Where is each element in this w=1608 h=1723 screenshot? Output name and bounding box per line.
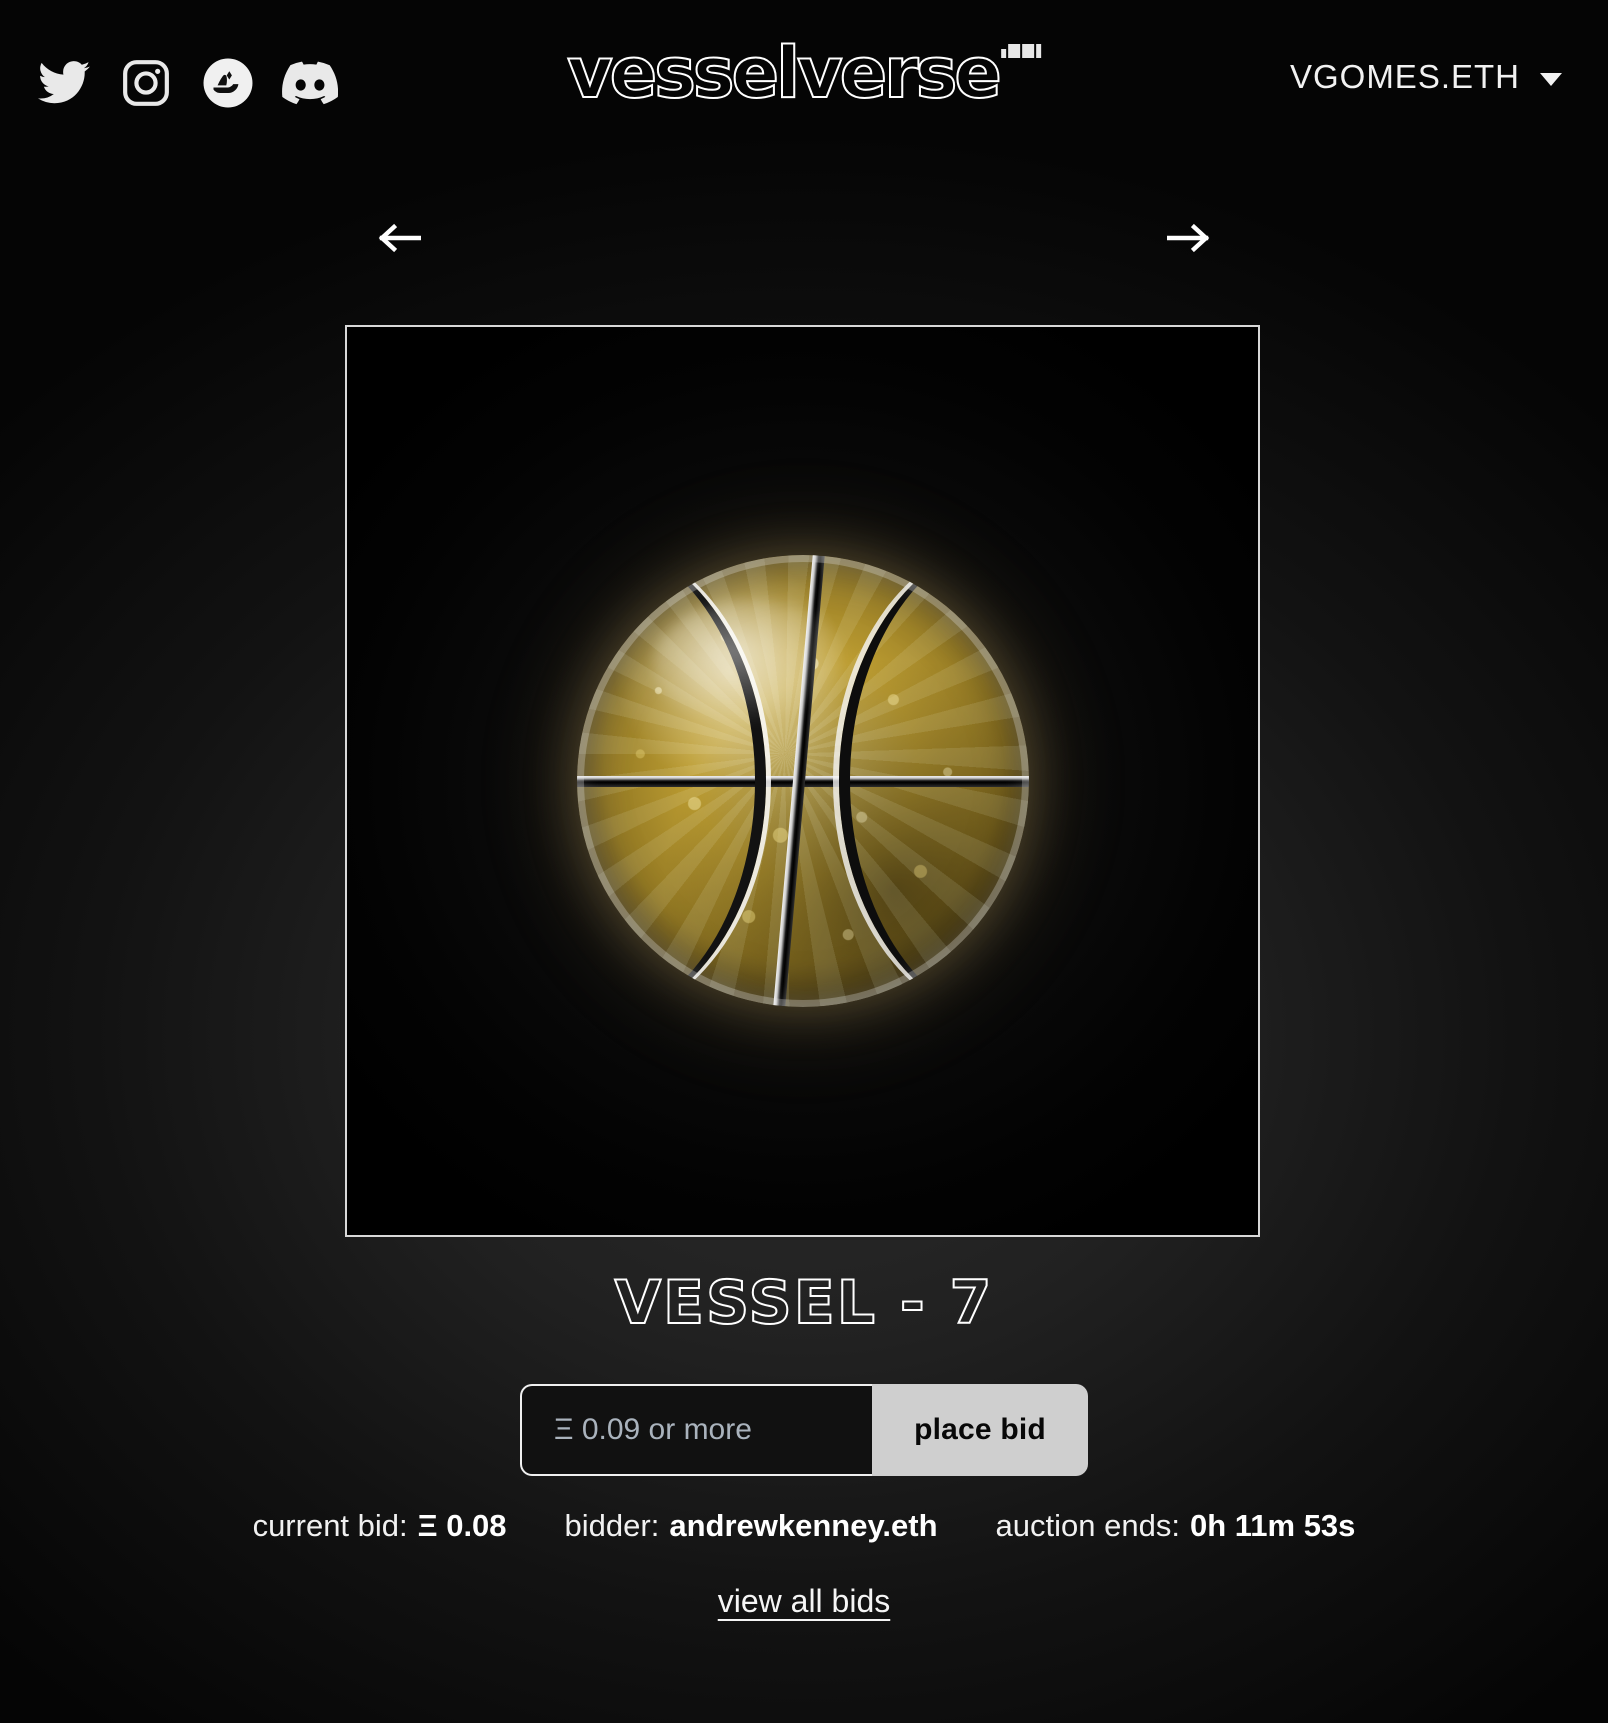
discord-icon — [282, 61, 338, 105]
previous-vessel-button[interactable] — [368, 218, 430, 262]
current-bid: current bid: Ξ 0.08 — [253, 1508, 507, 1544]
current-bid-label: current bid: — [252, 1508, 408, 1543]
discord-link[interactable] — [282, 55, 338, 111]
bidder: bidder: andrewkenney.eth — [565, 1508, 938, 1544]
vessel-basketball-artwork — [576, 555, 1029, 1007]
brand-logo[interactable]: vesselverse — [566, 32, 1041, 114]
current-bid-value: Ξ 0.08 — [417, 1508, 507, 1543]
bid-form: place bid — [520, 1384, 1088, 1476]
bidder-label: bidder: — [564, 1508, 660, 1543]
artwork-canvas — [347, 327, 1258, 1235]
wallet-address: VGOMES.ETH — [1289, 58, 1520, 95]
chevron-down-icon — [1540, 72, 1562, 86]
bidder-value: andrewkenney.eth — [669, 1508, 938, 1543]
view-all-bids-wrap: view all bids — [0, 1583, 1608, 1620]
brand-superscript-mark — [1000, 44, 1041, 58]
social-links — [36, 55, 338, 111]
opensea-icon — [202, 57, 254, 109]
view-all-bids-link[interactable]: view all bids — [718, 1583, 891, 1620]
twitter-link[interactable] — [36, 55, 92, 111]
instagram-link[interactable] — [118, 55, 174, 111]
glass-rim — [577, 555, 1029, 1007]
auction-ends-label: auction ends: — [995, 1508, 1180, 1543]
site-header: vesselverse VGOMES.ETH — [0, 0, 1608, 170]
arrow-right-icon — [1166, 221, 1211, 260]
arrow-left-icon — [377, 221, 422, 260]
wallet-menu[interactable]: VGOMES.ETH — [1290, 58, 1562, 96]
bid-amount-input[interactable] — [520, 1384, 872, 1476]
next-vessel-button[interactable] — [1158, 218, 1220, 262]
auction-ends-value: 0h 11m 53s — [1189, 1508, 1356, 1543]
auction-meta: current bid: Ξ 0.08 bidder: andrewkenney… — [0, 1508, 1608, 1544]
brand-wordmark: vesselverse — [566, 32, 1003, 114]
instagram-icon — [121, 58, 171, 108]
auction-ends: auction ends: 0h 11m 53s — [996, 1508, 1356, 1544]
twitter-icon — [38, 61, 90, 105]
opensea-link[interactable] — [200, 55, 256, 111]
page-title: VESSEL - 7 — [614, 1267, 994, 1339]
place-bid-button[interactable]: place bid — [872, 1384, 1088, 1476]
artwork-frame[interactable] — [345, 325, 1260, 1237]
